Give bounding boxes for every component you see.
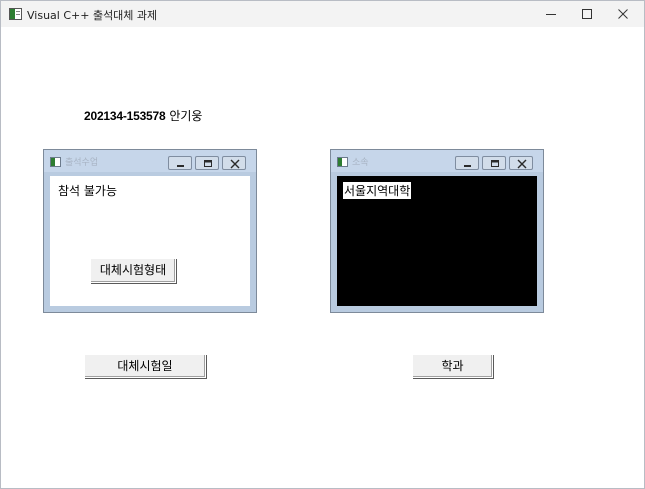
child-app-icon — [50, 157, 61, 167]
student-name: 안기웅 — [169, 109, 203, 123]
attendance-child-window[interactable]: 출석수업 참석 불가능 대체시험형태 — [43, 149, 257, 313]
child-close-button[interactable] — [222, 156, 246, 170]
close-button[interactable] — [600, 1, 645, 27]
student-number: 202134-153578 — [84, 109, 166, 123]
child-close-button[interactable] — [509, 156, 533, 170]
student-id-line: 202134-153578 안기웅 — [84, 107, 202, 124]
title-bar[interactable]: Visual C++ 출석대체 과제 — [1, 1, 644, 27]
minimize-icon — [546, 14, 556, 15]
affiliation-client-area: 서울지역대학 — [337, 176, 537, 306]
child-maximize-button[interactable] — [195, 156, 219, 170]
maximize-icon — [582, 9, 592, 19]
exam-type-button[interactable]: 대체시험형태 — [90, 258, 176, 283]
client-area: 202134-153578 안기웅 출석수업 참석 불가능 대체시험형태 소속 … — [1, 27, 644, 488]
affiliation-title: 소속 — [352, 158, 369, 168]
window-title: Visual C++ 출석대체 과제 — [27, 9, 158, 22]
minimize-icon — [464, 165, 471, 167]
department-button[interactable]: 학과 — [412, 354, 493, 378]
affiliation-title-bar[interactable]: 소속 — [331, 150, 543, 172]
child-app-icon — [337, 157, 348, 167]
close-icon — [517, 159, 527, 169]
child-minimize-button[interactable] — [455, 156, 479, 170]
close-icon — [618, 9, 628, 19]
affiliation-text: 서울지역대학 — [343, 182, 412, 199]
app-icon — [9, 8, 22, 20]
maximize-icon — [204, 160, 212, 167]
attendance-client-area: 참석 불가능 대체시험형태 — [50, 176, 250, 306]
child-minimize-button[interactable] — [168, 156, 192, 170]
minimize-icon — [177, 165, 184, 167]
main-window: Visual C++ 출석대체 과제 202134-153578 안기웅 출석수… — [0, 0, 645, 489]
attendance-title-bar[interactable]: 출석수업 — [44, 150, 256, 172]
maximize-icon — [491, 160, 499, 167]
affiliation-child-window[interactable]: 소속 서울지역대학 — [330, 149, 544, 313]
exam-date-button[interactable]: 대체시험일 — [84, 354, 206, 378]
attendance-title: 출석수업 — [65, 158, 99, 168]
attendance-status-text: 참석 불가능 — [58, 184, 118, 198]
close-icon — [230, 159, 240, 169]
child-maximize-button[interactable] — [482, 156, 506, 170]
